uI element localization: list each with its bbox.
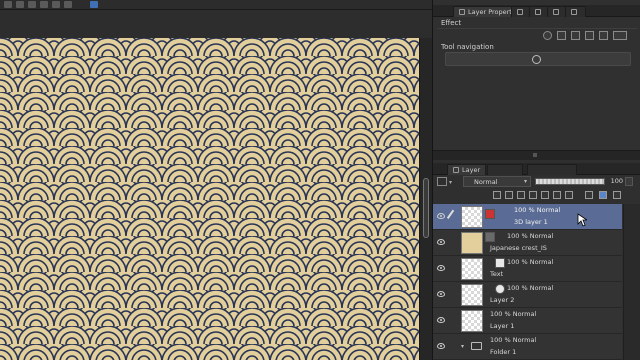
seigaiha-pattern [0,38,419,360]
canvas-header [0,10,432,38]
eye-icon[interactable] [437,343,445,349]
layer-row[interactable]: 100 % Normal Layer 2 [433,282,622,308]
clip-icon[interactable] [517,191,525,199]
blend-row: ▾ Normal 100 [433,176,640,188]
layer-mask-toggle-icon[interactable] [437,177,447,186]
layer-property-tabs: Layer Property [433,5,640,17]
effect-extract-line-icon[interactable] [585,31,594,40]
layer-property-icon [459,9,465,15]
layer-panel: Layer ▾ Normal 100 [433,160,640,360]
layer-name: 3D layer 1 [514,218,548,226]
tool-navigation-icon [532,55,541,64]
layer-row[interactable]: 100 % Normal Layer 1 [433,308,622,334]
layer-tool-row [433,190,640,202]
lock-icon[interactable] [493,191,501,199]
panel-divider [433,150,640,160]
layer-list-scrollbar[interactable] [623,204,640,360]
layer-name: Text [490,270,504,278]
layer-meta: 100 % Normal [490,310,537,318]
effect-label: Effect [441,19,462,27]
menu-icon[interactable] [16,1,24,8]
layer-thumbnail [461,258,483,280]
layer-name: Layer 2 [490,296,515,304]
layer-name: Japanese crest_IS [490,244,547,252]
layer-property-panel: Layer Property Effect Tool navigation [433,0,640,150]
drawing-canvas[interactable] [0,38,419,360]
panel-tab-icon [571,9,577,15]
ruler-icon[interactable] [565,191,573,199]
tab-layer[interactable]: Layer [447,164,487,175]
effect-border-icon[interactable] [543,31,552,40]
folder-icon [471,342,482,350]
menu-icon[interactable] [52,1,60,8]
mask-icon[interactable] [553,191,561,199]
effect-row [437,28,637,41]
blend-mode-select[interactable]: Normal [463,176,531,187]
layer-thumbnail [461,232,483,254]
tab-extra-6[interactable] [527,164,577,175]
effect-dropdown-icon[interactable] [613,31,627,40]
lock-transparent-icon[interactable] [541,191,549,199]
layer-row[interactable]: 100 % Normal Text [433,256,622,282]
menu-icon[interactable] [4,1,12,8]
layer-meta: 100 % Normal [490,336,537,344]
layer-row[interactable]: 100 % Normal 3D layer 1 [433,204,622,230]
layer-row[interactable]: 100 % Normal Japanese crest_IS [433,230,622,256]
text-layer-icon [495,258,505,268]
layer-name: Layer 1 [490,322,515,330]
menu-icon[interactable] [64,1,72,8]
panel-menu-icon[interactable] [613,191,621,199]
layer-meta: 100 % Normal [507,284,554,292]
eye-icon[interactable] [437,291,445,297]
chevron-down-icon[interactable]: ▾ [449,179,452,186]
menu-icon[interactable] [40,1,48,8]
right-panel: Layer Property Effect Tool navigation La… [432,0,640,360]
eye-icon[interactable] [437,239,445,245]
draft-layer-icon[interactable] [529,191,537,199]
layer-thumbnail [461,310,483,332]
pen-icon [446,209,460,223]
layer-name: Folder 1 [490,348,517,356]
menu-icon[interactable] [28,1,36,8]
chevron-down-icon[interactable]: ▾ [461,343,464,350]
layer-meta: 100 % Normal [514,206,561,214]
eye-icon[interactable] [437,213,445,219]
3d-layer-icon [485,209,495,219]
eye-icon[interactable] [437,265,445,271]
layer-color-icon[interactable] [599,191,607,199]
layer-thumbnail [461,284,483,306]
opacity-spinner[interactable] [625,177,633,186]
grip-icon[interactable] [533,153,537,157]
layer-list: 100 % Normal 3D layer 1 100 % Normal Jap… [433,204,640,360]
layer-icon [453,167,459,173]
opacity-value[interactable]: 100 [607,176,623,187]
layer-panel-tabs: Layer [433,163,640,175]
opacity-slider[interactable] [535,178,605,185]
layer-row[interactable]: ▾ 100 % Normal Folder 1 [433,334,622,360]
tab-extra-4[interactable] [565,6,586,17]
raster-layer-icon [495,284,505,294]
tool-navigation-label: Tool navigation [441,43,494,51]
canvas-vertical-scrollbar[interactable] [419,38,432,360]
layer-thumbnail [461,206,483,228]
effect-texture-icon[interactable] [599,31,608,40]
palette-color-icon[interactable] [585,191,593,199]
image-material-icon [485,232,495,242]
effect-layer-color-icon[interactable] [571,31,580,40]
layer-meta: 100 % Normal [507,232,554,240]
panel-tab-icon [535,9,541,15]
mouse-cursor-icon [577,213,587,227]
panel-tab-icon [517,9,523,15]
panel-tab-icon [553,9,559,15]
canvas-area [0,10,432,360]
effect-tone-icon[interactable] [557,31,566,40]
layer-meta: 100 % Normal [507,258,554,266]
tool-navigation-box[interactable] [445,52,631,66]
reference-layer-icon[interactable] [505,191,513,199]
eye-icon[interactable] [437,317,445,323]
tab-extra-5[interactable] [487,164,523,175]
menu-icon[interactable] [90,1,98,8]
